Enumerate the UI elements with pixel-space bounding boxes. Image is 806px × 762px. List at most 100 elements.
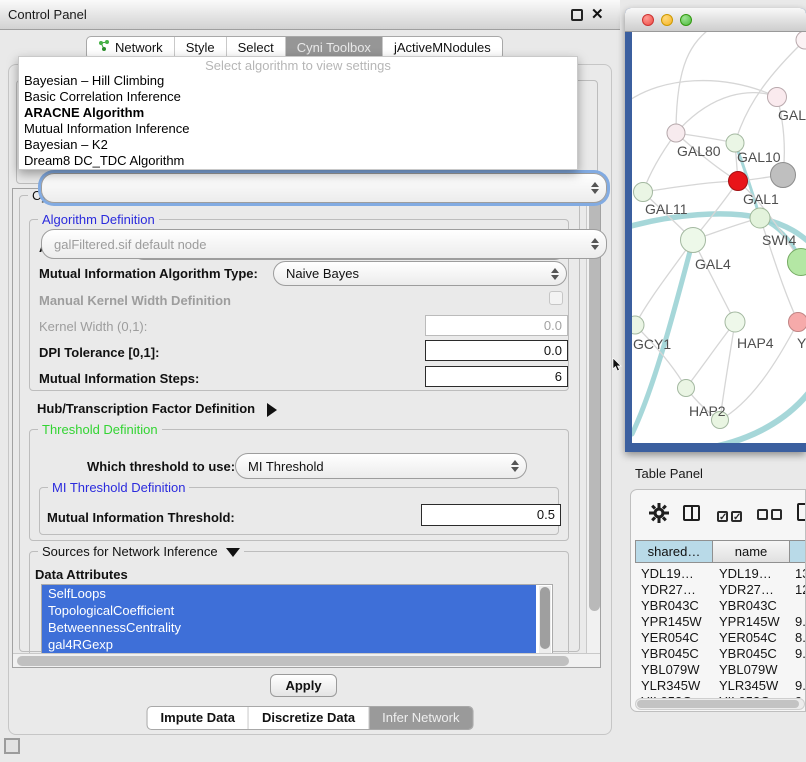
node-label: HAP4: [737, 335, 774, 351]
network-node[interactable]: [771, 163, 796, 188]
hub-definition-toggle[interactable]: Hub/Transcription Factor Definition: [37, 401, 277, 417]
attribute-item[interactable]: gal4RGexp: [42, 636, 536, 653]
zoom-traffic-light-icon[interactable]: [680, 14, 692, 26]
table-cell: YLR345W: [713, 678, 790, 694]
network-table-select-value: galFiltered.sif default node: [42, 237, 584, 252]
algorithm-popup-placeholder: Select algorithm to view settings: [19, 58, 577, 73]
attribute-item[interactable]: BetweennessCentrality: [42, 619, 536, 636]
network-node[interactable]: [725, 312, 745, 332]
algorithm-option[interactable]: ARACNE Algorithm: [19, 105, 577, 121]
tab-discretize-data[interactable]: Discretize Data: [248, 707, 368, 729]
sources-toggle[interactable]: Sources for Network Inference: [38, 544, 244, 559]
which-threshold-label: Which threshold to use:: [87, 459, 235, 474]
deselect-all-columns-icon[interactable]: [757, 508, 785, 523]
kernel-width-input[interactable]: 0.0: [425, 315, 568, 336]
network-node[interactable]: [788, 249, 806, 276]
table-header: shared…name: [635, 540, 806, 563]
network-node[interactable]: [632, 316, 644, 334]
table-row[interactable]: YLR345WYLR345W9.: [635, 678, 806, 694]
network-edge[interactable]: [635, 240, 693, 325]
algorithm-option[interactable]: Mutual Information Inference: [19, 121, 577, 137]
network-edge[interactable]: [643, 133, 676, 192]
table-row[interactable]: YER054CYER054C8.: [635, 630, 806, 646]
scrollbar-thumb[interactable]: [637, 700, 799, 708]
network-node[interactable]: [634, 183, 653, 202]
group-title: Threshold Definition: [38, 422, 162, 437]
mi-threshold-input[interactable]: 0.5: [421, 504, 561, 526]
table-cell: YLR345W: [635, 678, 713, 694]
network-node[interactable]: [729, 172, 748, 191]
gear-icon[interactable]: [649, 503, 669, 526]
algorithm-option[interactable]: Dream8 DC_TDC Algorithm: [19, 153, 577, 169]
algorithm-option[interactable]: Bayesian – K2: [19, 137, 577, 153]
manual-kernel-checkbox[interactable]: [549, 291, 563, 305]
kernel-width-label: Kernel Width (0,1):: [39, 319, 147, 334]
close-traffic-light-icon[interactable]: [642, 14, 654, 26]
mi-algorithm-type-select[interactable]: Naive Bayes: [273, 261, 567, 286]
table-row[interactable]: YDR27…YDR27…12: [635, 582, 806, 598]
list-scrollbar[interactable]: [539, 586, 551, 653]
network-node[interactable]: [750, 208, 770, 228]
stepper-arrows-icon: [584, 238, 606, 250]
attribute-item[interactable]: TopologicalCoefficient: [42, 602, 536, 619]
group-title: MI Threshold Definition: [48, 480, 189, 495]
scrollbar-thumb[interactable]: [540, 587, 550, 649]
manual-kernel-label: Manual Kernel Width Definition: [39, 293, 231, 308]
network-edge[interactable]: [686, 322, 735, 388]
algorithm-option[interactable]: Basic Correlation Inference: [19, 89, 577, 105]
table-row[interactable]: YBR045CYBR045C9.: [635, 646, 806, 662]
table-cell: YBR045C: [635, 646, 713, 662]
control-panel: Control Panel ✕ NetworkStyleSelectCyni T…: [0, 0, 620, 736]
column-header[interactable]: [790, 540, 806, 563]
table-cell: YDR27…: [713, 582, 790, 598]
node-label: GAL4: [695, 256, 731, 272]
apply-button[interactable]: Apply: [270, 674, 337, 697]
table-panel: ✓✓ shared…name YDL19…YDL19…13YDR27…YDR27…: [630, 489, 806, 712]
float-panel-icon[interactable]: [571, 9, 583, 21]
table-row[interactable]: YDL19…YDL19…13: [635, 566, 806, 582]
table-row[interactable]: YPR145WYPR145W9.: [635, 614, 806, 630]
expand-right-icon[interactable]: [267, 403, 277, 417]
table-row[interactable]: YBL079WYBL079W: [635, 662, 806, 678]
task-tabs: Impute DataDiscretize DataInfer Network: [147, 706, 474, 730]
which-threshold-select[interactable]: MI Threshold: [235, 453, 527, 479]
dpi-tolerance-input[interactable]: 0.0: [425, 340, 568, 361]
network-edge[interactable]: [693, 240, 735, 322]
network-node[interactable]: [796, 32, 806, 49]
algorithm-option[interactable]: Bayesian – Hill Climbing: [19, 73, 577, 89]
network-edge[interactable]: [643, 181, 738, 192]
select-all-columns-icon[interactable]: ✓✓: [717, 508, 745, 523]
minimize-traffic-light-icon[interactable]: [661, 14, 673, 26]
network-node[interactable]: [789, 313, 806, 332]
table-row[interactable]: YBR043CYBR043C: [635, 598, 806, 614]
network-table-select[interactable]: galFiltered.sif default node: [41, 229, 607, 259]
table-cell: YDR27…: [635, 582, 713, 598]
network-node[interactable]: [667, 124, 685, 142]
split-columns-icon[interactable]: [683, 505, 700, 521]
network-edge[interactable]: [676, 93, 777, 133]
table-horizontal-scrollbar[interactable]: [635, 698, 805, 710]
table-cell: YBR043C: [635, 598, 713, 614]
node-label: GAL11: [645, 201, 688, 217]
close-icon[interactable]: ✕: [591, 5, 604, 23]
network-node[interactable]: [768, 88, 787, 107]
network-node[interactable]: [681, 228, 706, 253]
horizontal-scrollbar[interactable]: [13, 653, 601, 667]
data-attributes-list[interactable]: SelfLoopsTopologicalCoefficientBetweenne…: [41, 584, 553, 654]
mi-steps-input[interactable]: 6: [425, 366, 568, 387]
network-node[interactable]: [678, 380, 695, 397]
attribute-item[interactable]: SelfLoops: [42, 585, 536, 602]
stepper-arrows-icon: [584, 182, 606, 194]
column-header[interactable]: name: [713, 540, 790, 563]
hub-definition-label: Hub/Transcription Factor Definition: [37, 401, 255, 416]
tab-infer-network[interactable]: Infer Network: [368, 707, 472, 729]
collapse-down-icon[interactable]: [226, 548, 240, 557]
tab-impute-data[interactable]: Impute Data: [148, 707, 248, 729]
algorithm-select[interactable]: [41, 173, 607, 203]
new-table-icon[interactable]: [797, 503, 806, 521]
column-header[interactable]: shared…: [635, 540, 713, 563]
scrollbar-thumb[interactable]: [17, 656, 569, 666]
network-canvas[interactable]: GALGAL80GAL10GAL11GAL1SWI4GAL4GCY1HAP4YH…: [632, 32, 806, 443]
minimized-panel-icon[interactable]: [4, 738, 20, 754]
table-cell: YBL079W: [713, 662, 790, 678]
